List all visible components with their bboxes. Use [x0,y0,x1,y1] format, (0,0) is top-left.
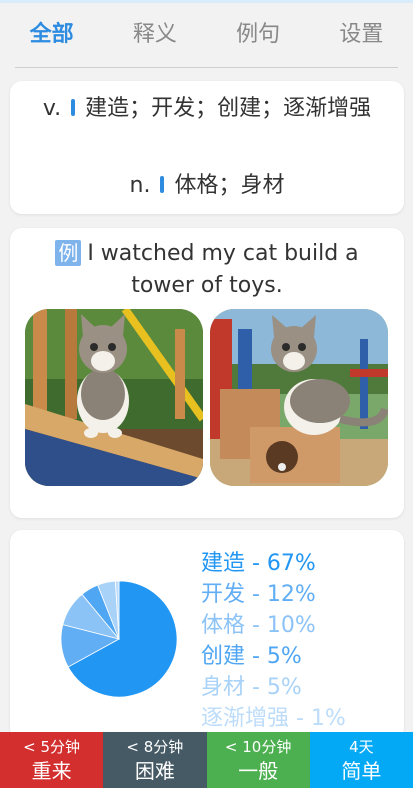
part-of-speech: n. [129,173,151,198]
again-button[interactable]: < 5分钟 重来 [0,732,104,788]
button-label: 困难 [134,759,175,783]
tab-examples[interactable]: 例句 [207,3,310,67]
button-label: 重来 [31,759,72,783]
example-image-cat-on-playground[interactable] [25,309,203,486]
legend-item-4: 身材 - 5% [201,675,302,700]
part-of-speech: v. [42,96,62,121]
legend-item-5: 逐渐增强 - 1% [201,706,346,731]
easy-button[interactable]: 4天 简单 [309,732,413,788]
pos-marker [160,176,165,193]
cat-toy-tower-illustration [210,309,388,486]
interval-text: < 8分钟 [126,738,184,756]
legend-item-1: 开发 - 12% [201,582,316,607]
interval-text: < 5分钟 [23,738,81,756]
hard-button[interactable]: < 8分钟 困难 [103,732,207,788]
definition-verb: v. 建造；开发；创建；逐渐增强 [24,93,390,125]
example-badge: 例 [55,240,82,266]
example-image-cat-on-toy-tower[interactable] [210,309,388,486]
tab-divider [15,67,398,68]
button-label: 简单 [341,759,382,783]
legend-item-0: 建造 - 67% [201,551,316,576]
definition-noun: n. 体格；身材 [24,170,390,202]
tab-bar: 全部 释义 例句 设置 [0,3,413,67]
definitions-card: v. 建造；开发；创建；逐渐增强 n. 体格；身材 [10,81,404,214]
example-text: I watched my cat build a tower of toys. [87,241,359,298]
definition-text: 建造；开发；创建；逐渐增强 [85,96,372,121]
good-button[interactable]: < 10分钟 一般 [206,732,310,788]
definition-text: 体格；身材 [174,173,285,198]
interval-text: < 10分钟 [224,738,292,756]
button-label: 一般 [238,759,279,783]
meaning-stats-card: 建造 - 67% 开发 - 12% 体格 - 10% 创建 - 5% 身材 - 5% 逐渐… [10,530,404,740]
meaning-pie-chart [60,580,178,698]
pos-marker [71,99,76,116]
example-sentence[interactable]: 例I watched my cat build a tower of toys. [28,238,386,302]
interval-text: 4天 [349,738,374,756]
example-card: 例I watched my cat build a tower of toys. [10,228,404,518]
legend-item-3: 创建 - 5% [201,644,302,669]
legend-item-2: 体格 - 10% [201,613,316,638]
cat-playground-illustration [25,309,203,486]
tab-settings[interactable]: 设置 [310,3,413,67]
pie-legend: 建造 - 67% 开发 - 12% 体格 - 10% 创建 - 5% 身材 - 5% 逐渐… [201,548,346,734]
review-button-bar: < 5分钟 重来 < 8分钟 困难 < 10分钟 一般 4天 简单 [0,732,413,788]
tab-all[interactable]: 全部 [0,3,103,67]
tab-definitions[interactable]: 释义 [103,3,206,67]
